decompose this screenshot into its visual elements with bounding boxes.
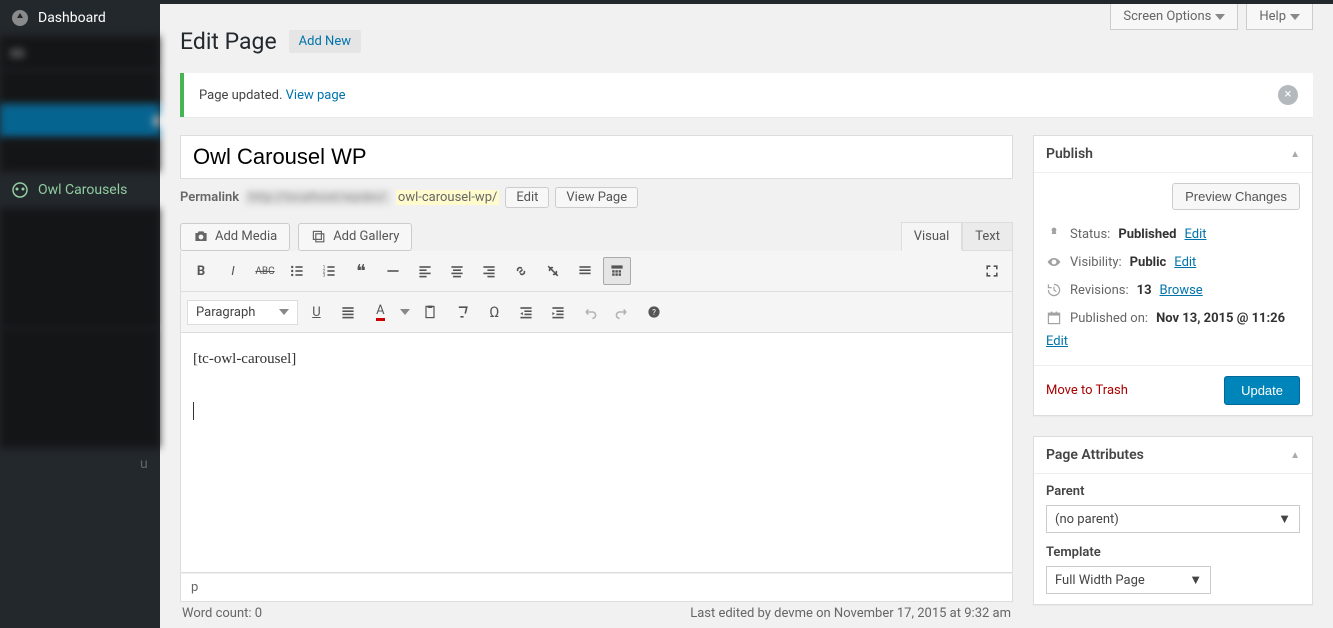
chevron-down-icon — [1290, 14, 1300, 20]
edit-visibility-link[interactable]: Edit — [1174, 255, 1196, 270]
screen-options-button[interactable]: Screen Options — [1110, 4, 1238, 30]
template-label: Template — [1046, 545, 1300, 560]
sidebar-item-owl-carousels[interactable]: Owl Carousels — [0, 172, 160, 208]
toolbar-toggle-button[interactable] — [603, 257, 631, 285]
outdent-button[interactable] — [512, 298, 540, 326]
browse-revisions-link[interactable]: Browse — [1160, 283, 1203, 298]
redo-button[interactable] — [608, 298, 636, 326]
sidebar-item-blurred[interactable]: ss — [0, 36, 160, 70]
dismiss-notice-button[interactable]: × — [1278, 85, 1298, 105]
tab-visual[interactable]: Visual — [901, 222, 963, 251]
text-cursor — [193, 402, 194, 420]
bold-button[interactable]: B — [187, 257, 215, 285]
align-center-button[interactable] — [443, 257, 471, 285]
attributes-heading[interactable]: Page Attributes ▲ — [1034, 437, 1312, 474]
chevron-down-icon — [279, 309, 289, 315]
indent-button[interactable] — [544, 298, 572, 326]
chevron-down-icon: ▼ — [1278, 511, 1291, 527]
more-button[interactable] — [571, 257, 599, 285]
calendar-icon — [1046, 310, 1062, 326]
dashboard-icon — [10, 8, 30, 28]
gallery-icon — [311, 229, 327, 245]
sidebar-label: Owl Carousels — [38, 182, 127, 198]
align-left-button[interactable] — [411, 257, 439, 285]
sidebar-item-active[interactable] — [0, 104, 160, 138]
hr-button[interactable] — [379, 257, 407, 285]
editor-toolbar: B I ABC 123 ❝ — [180, 251, 1013, 292]
textcolor-button[interactable]: A — [366, 298, 394, 326]
add-media-button[interactable]: Add Media — [180, 223, 290, 251]
parent-select[interactable]: (no parent) ▼ — [1046, 505, 1300, 533]
link-button[interactable] — [507, 257, 535, 285]
sidebar-item-blurred[interactable] — [0, 208, 160, 328]
revisions-icon — [1046, 282, 1062, 298]
numbered-list-button[interactable]: 123 — [315, 257, 343, 285]
sidebar-item-blurred[interactable]: u — [0, 448, 160, 480]
editor-path: p — [191, 580, 198, 595]
edit-permalink-button[interactable]: Edit — [505, 187, 549, 208]
eye-icon — [1046, 254, 1062, 270]
help-button[interactable]: Help — [1246, 4, 1313, 30]
blockquote-button[interactable]: ❝ — [347, 257, 375, 285]
edit-date-link[interactable]: Edit — [1046, 334, 1068, 349]
admin-sidebar: Dashboard ss Owl Carousels u — [0, 0, 160, 628]
page-title: Edit Page — [180, 28, 277, 55]
publish-heading[interactable]: Publish ▲ — [1034, 136, 1312, 173]
svg-text:3: 3 — [323, 273, 326, 279]
underline-button[interactable]: U — [302, 298, 330, 326]
editor-content: [tc-owl-carousel] — [193, 351, 1000, 368]
chevron-down-icon: ▼ — [1189, 572, 1202, 588]
permalink-label: Permalink — [180, 190, 239, 205]
publish-box: Publish ▲ Preview Changes Status: Publis… — [1033, 135, 1313, 416]
parent-label: Parent — [1046, 484, 1300, 499]
special-char-button[interactable]: Ω — [480, 298, 508, 326]
editor-toolbar-2: Paragraph U A Ω ? — [180, 292, 1013, 333]
edit-status-link[interactable]: Edit — [1184, 227, 1206, 242]
textcolor-menu-button[interactable] — [398, 298, 412, 326]
format-select[interactable]: Paragraph — [187, 300, 298, 325]
notice-text: Page updated. — [199, 88, 282, 103]
collapse-icon: ▲ — [1290, 149, 1300, 160]
page-attributes-box: Page Attributes ▲ Parent (no parent) ▼ T… — [1033, 436, 1313, 605]
add-gallery-button[interactable]: Add Gallery — [298, 223, 412, 251]
clear-formatting-button[interactable] — [448, 298, 476, 326]
chevron-down-icon — [1215, 14, 1225, 20]
tab-text[interactable]: Text — [962, 222, 1013, 251]
justify-button[interactable] — [334, 298, 362, 326]
sidebar-item-blurred[interactable] — [0, 138, 160, 172]
italic-button[interactable]: I — [219, 257, 247, 285]
owl-icon — [10, 180, 30, 200]
permalink-slug: owl-carousel-wp/ — [396, 190, 499, 205]
svg-text:?: ? — [653, 308, 657, 317]
view-page-button[interactable]: View Page — [555, 187, 638, 208]
sidebar-item-blurred[interactable] — [0, 70, 160, 104]
word-count: Word count: 0 — [182, 606, 262, 621]
align-right-button[interactable] — [475, 257, 503, 285]
pin-icon — [1046, 226, 1062, 242]
collapse-icon: ▲ — [1290, 450, 1300, 461]
strikethrough-button[interactable]: ABC — [251, 257, 279, 285]
fullscreen-button[interactable] — [978, 257, 1006, 285]
sidebar-item-blurred[interactable] — [0, 328, 160, 448]
camera-icon — [193, 229, 209, 245]
add-new-button[interactable]: Add New — [289, 30, 361, 53]
move-to-trash-link[interactable]: Move to Trash — [1046, 383, 1128, 398]
content-editor[interactable]: [tc-owl-carousel] — [180, 333, 1013, 573]
bullet-list-button[interactable] — [283, 257, 311, 285]
last-edited: Last edited by devme on November 17, 201… — [690, 606, 1011, 621]
unlink-button[interactable] — [539, 257, 567, 285]
success-notice: Page updated. View page × — [180, 73, 1313, 117]
undo-button[interactable] — [576, 298, 604, 326]
update-button[interactable]: Update — [1224, 376, 1300, 405]
post-title-input[interactable] — [180, 135, 1013, 179]
view-page-link[interactable]: View page — [286, 88, 346, 103]
help-button[interactable]: ? — [640, 298, 668, 326]
preview-changes-button[interactable]: Preview Changes — [1172, 183, 1300, 210]
permalink-base: http://localhost/wpdev/ — [245, 190, 390, 205]
sidebar-label: Dashboard — [38, 10, 106, 26]
main-content: Screen Options Help Edit Page Add New Pa… — [160, 0, 1333, 628]
sidebar-item-dashboard[interactable]: Dashboard — [0, 0, 160, 36]
paste-text-button[interactable] — [416, 298, 444, 326]
template-select[interactable]: Full Width Page ▼ — [1046, 566, 1211, 594]
